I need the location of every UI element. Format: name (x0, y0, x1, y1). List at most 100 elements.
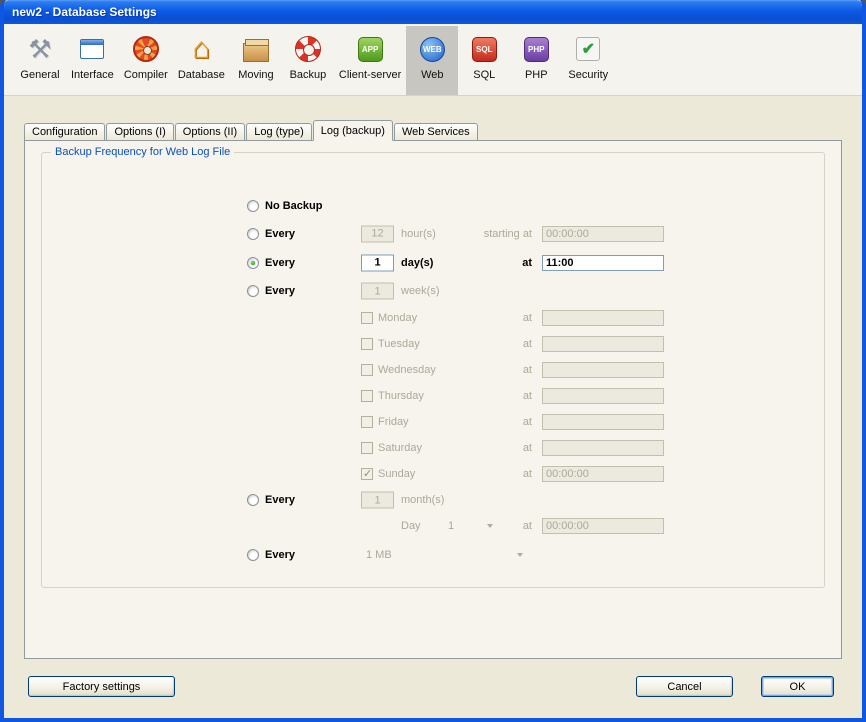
toolbar-item-moving[interactable]: Moving (230, 26, 282, 95)
at-label: at (472, 364, 532, 376)
days-input[interactable] (361, 254, 394, 271)
row-every-month: Every month(s) (42, 487, 824, 513)
no-backup-label: No Backup (265, 200, 322, 212)
row-wednesday: Wednesday at (42, 357, 824, 383)
day-label: Day (401, 520, 421, 532)
tab-log-type[interactable]: Log (type) (246, 123, 312, 141)
toolbar-item-compiler[interactable]: Compiler (119, 26, 173, 95)
monday-label: Monday (378, 312, 417, 324)
toolbar-item-sql[interactable]: SQL SQL (458, 26, 510, 95)
tools-icon (24, 33, 56, 65)
toolbar-item-backup[interactable]: Backup (282, 26, 334, 95)
toolbar-item-web[interactable]: WEB Web (406, 26, 458, 95)
lifebuoy-icon (292, 33, 324, 65)
checkbox-sunday[interactable] (361, 468, 373, 480)
row-every-week: Every week(s) (42, 277, 824, 305)
toolbar-item-label: Moving (238, 69, 273, 81)
tab-bar: Configuration Options (I) Options (II) L… (24, 120, 842, 141)
saturday-time-input (542, 440, 664, 456)
hours-input (361, 225, 394, 242)
hours-unit-label: hour(s) (401, 228, 436, 240)
wednesday-label: Wednesday (378, 364, 436, 376)
checkbox-tuesday[interactable] (361, 338, 373, 350)
radio-every-month[interactable] (247, 494, 259, 506)
row-saturday: Saturday at (42, 435, 824, 461)
factory-settings-button[interactable]: Factory settings (28, 676, 175, 697)
weeks-input (361, 283, 394, 300)
checkbox-monday[interactable] (361, 312, 373, 324)
window-title: new2 - Database Settings (12, 5, 157, 19)
tab-options-1[interactable]: Options (I) (106, 123, 173, 141)
at-label: at (472, 312, 532, 324)
every-week-label: Every (265, 285, 295, 297)
backup-frequency-group: Backup Frequency for Web Log File No Bac… (41, 152, 825, 588)
radio-every-size[interactable] (247, 549, 259, 561)
friday-time-input (542, 414, 664, 430)
hourly-start-time-input (542, 226, 664, 242)
wednesday-time-input (542, 362, 664, 378)
every-hour-label: Every (265, 228, 295, 240)
row-every-size: Every 1 MB (42, 538, 824, 572)
radio-no-backup[interactable] (247, 200, 259, 212)
chevron-down-icon (517, 553, 523, 557)
thursday-time-input (542, 388, 664, 404)
row-month-day: Day 1 at (42, 513, 824, 538)
daily-time-input[interactable] (542, 255, 664, 271)
tab-log-backup[interactable]: Log (backup) (313, 120, 393, 141)
cancel-button[interactable]: Cancel (636, 676, 733, 697)
months-unit-label: month(s) (401, 494, 444, 506)
toolbar-item-label: Security (568, 69, 608, 81)
home-icon (185, 33, 217, 65)
thursday-label: Thursday (378, 390, 424, 402)
toolbar-item-label: Database (178, 69, 225, 81)
row-tuesday: Tuesday at (42, 331, 824, 357)
sunday-label: Sunday (378, 468, 415, 480)
radio-every-day[interactable] (247, 257, 259, 269)
toolbar-item-client-server[interactable]: APP Client-server (334, 26, 406, 95)
toolbar-item-label: Interface (71, 69, 114, 81)
toolbar-item-label: Compiler (124, 69, 168, 81)
toolbar-item-label: General (20, 69, 59, 81)
months-input (361, 492, 394, 509)
weeks-unit-label: week(s) (401, 285, 440, 297)
radio-every-hour[interactable] (247, 228, 259, 240)
toolbar-item-general[interactable]: General (14, 26, 66, 95)
monthly-time-input (542, 518, 664, 534)
checkbox-wednesday[interactable] (361, 364, 373, 376)
shield-check-icon: ✔ (572, 33, 604, 65)
checkbox-saturday[interactable] (361, 442, 373, 454)
row-no-backup: No Backup (42, 193, 824, 219)
toolbar-item-interface[interactable]: Interface (66, 26, 119, 95)
row-monday: Monday at (42, 305, 824, 331)
tab-web-services[interactable]: Web Services (394, 123, 478, 141)
gear-wheel-icon (130, 33, 162, 65)
at-label: at (472, 468, 532, 480)
ok-button[interactable]: OK (761, 676, 834, 697)
database-settings-window: new2 - Database Settings General Interfa… (0, 0, 866, 722)
tab-configuration[interactable]: Configuration (24, 123, 105, 141)
daily-at-label: at (472, 257, 532, 269)
frequency-options: No Backup Every hour(s) starting at (42, 153, 824, 572)
row-sunday: Sunday at (42, 461, 824, 487)
checkbox-friday[interactable] (361, 416, 373, 428)
checkbox-thursday[interactable] (361, 390, 373, 402)
row-friday: Friday at (42, 409, 824, 435)
at-label: at (472, 416, 532, 428)
month-day-select-value: 1 (448, 520, 454, 532)
toolbar-item-security[interactable]: ✔ Security (562, 26, 614, 95)
radio-every-week[interactable] (247, 285, 259, 297)
toolbar-item-label: Web (421, 69, 443, 81)
tab-options-2[interactable]: Options (II) (175, 123, 245, 141)
toolbar-item-php[interactable]: PHP PHP (510, 26, 562, 95)
every-day-label: Every (265, 257, 295, 269)
tuesday-label: Tuesday (378, 338, 420, 350)
monthly-at-label: at (472, 520, 532, 532)
saturday-label: Saturday (378, 442, 422, 454)
globe-icon: WEB (416, 33, 448, 65)
at-label: at (472, 338, 532, 350)
every-month-label: Every (265, 494, 295, 506)
row-every-hour: Every hour(s) starting at (42, 219, 824, 248)
days-unit-label: day(s) (401, 257, 433, 269)
toolbar-item-database[interactable]: Database (173, 26, 230, 95)
titlebar[interactable]: new2 - Database Settings (4, 0, 862, 24)
